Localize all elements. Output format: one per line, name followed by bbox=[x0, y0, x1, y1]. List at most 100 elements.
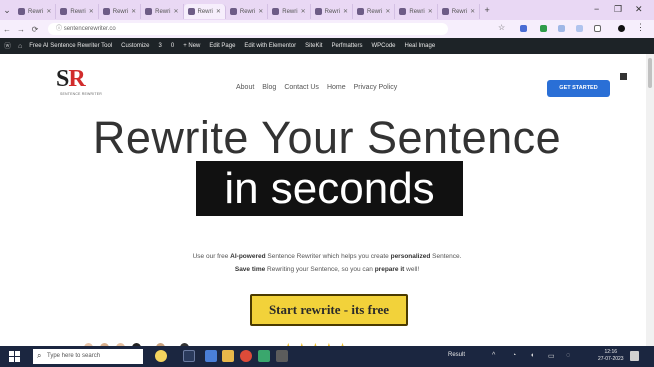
tab-label: Rewri bbox=[409, 8, 425, 15]
volume-icon[interactable]: ◖ bbox=[530, 352, 534, 359]
scrollbar-thumb[interactable] bbox=[648, 58, 652, 88]
get-started-button[interactable]: GET STARTED bbox=[547, 80, 610, 97]
close-tab-icon[interactable]: ✕ bbox=[216, 8, 221, 15]
browser-tab[interactable]: Rewri ✕ bbox=[311, 4, 353, 19]
nav-link[interactable]: About bbox=[236, 84, 254, 91]
reload-button[interactable]: ⟳ bbox=[28, 25, 42, 34]
bookmark-star-icon[interactable]: ☆ bbox=[498, 23, 505, 32]
extension-icon[interactable] bbox=[558, 25, 565, 32]
page-widget-icon[interactable] bbox=[620, 73, 627, 80]
close-tab-icon[interactable]: ✕ bbox=[343, 8, 348, 15]
close-tab-icon[interactable]: ✕ bbox=[385, 8, 390, 15]
weather-widget[interactable]: Result bbox=[448, 352, 465, 358]
nav-link[interactable]: Blog bbox=[262, 84, 276, 91]
wp-admin-item[interactable]: Perfmatters bbox=[331, 43, 362, 49]
desc-text: Sentence. bbox=[430, 253, 462, 260]
tab-favicon-icon bbox=[187, 8, 195, 15]
wp-admin-item[interactable]: Edit Page bbox=[209, 43, 235, 49]
close-window-button[interactable]: ✕ bbox=[635, 4, 643, 15]
desc-text: Sentence Rewriter which helps you create bbox=[265, 253, 391, 260]
close-tab-icon[interactable]: ✕ bbox=[470, 8, 475, 15]
profile-avatar[interactable] bbox=[618, 25, 625, 32]
page-scrollbar[interactable] bbox=[646, 54, 654, 346]
close-tab-icon[interactable]: ✕ bbox=[89, 8, 94, 15]
windows-icon[interactable] bbox=[9, 351, 20, 362]
browser-tab[interactable]: Rewri ✕ bbox=[56, 4, 99, 19]
extension-icon[interactable] bbox=[540, 25, 547, 32]
browser-tab[interactable]: Rewri ✕ bbox=[99, 4, 142, 19]
close-tab-icon[interactable]: ✕ bbox=[173, 8, 178, 15]
browser-tab[interactable]: Rewri ✕ bbox=[183, 4, 226, 19]
tab-label: Rewri bbox=[324, 8, 340, 15]
start-rewrite-button[interactable]: Start rewrite - its free bbox=[250, 294, 408, 326]
wp-admin-item[interactable]: Customize bbox=[121, 43, 149, 49]
tab-list: Rewri ✕ Rewri ✕ Rewri ✕ Rewri ✕ Rewri ✕ Rewri ✕ Rewr… bbox=[14, 1, 481, 19]
browser-tab[interactable]: Rewri ✕ bbox=[395, 4, 438, 19]
site-info-icon[interactable]: ⓘ bbox=[56, 26, 62, 32]
tab-favicon-icon bbox=[399, 8, 407, 15]
tray-overflow-icon[interactable]: ^ bbox=[492, 352, 495, 359]
wifi-icon[interactable]: ◌ bbox=[566, 352, 570, 359]
maximize-button[interactable]: ❐ bbox=[614, 4, 622, 15]
close-tab-icon[interactable]: ✕ bbox=[46, 8, 51, 15]
file-explorer-icon[interactable] bbox=[222, 350, 234, 362]
forward-button[interactable]: → bbox=[14, 25, 28, 34]
close-tab-icon[interactable]: ✕ bbox=[131, 8, 136, 15]
wp-admin-item[interactable]: SiteKit bbox=[305, 43, 322, 49]
wp-admin-item[interactable]: Heal Image bbox=[405, 43, 436, 49]
extension-icon[interactable] bbox=[520, 25, 527, 32]
desc-text: well! bbox=[404, 266, 420, 273]
battery-icon[interactable]: ▭ bbox=[548, 352, 555, 360]
browser-menu-icon[interactable]: ⋮ bbox=[636, 22, 645, 33]
tab-search-icon[interactable]: ⌄ bbox=[0, 5, 14, 16]
minimize-button[interactable]: − bbox=[594, 4, 599, 14]
back-button[interactable]: ← bbox=[0, 25, 14, 34]
tab-favicon-icon bbox=[441, 8, 449, 15]
tab-label: Rewri bbox=[367, 8, 383, 15]
extension-icon[interactable] bbox=[576, 25, 583, 32]
mail-icon[interactable] bbox=[205, 350, 217, 362]
notification-icon[interactable] bbox=[630, 351, 639, 361]
nav-link[interactable]: Privacy Policy bbox=[354, 84, 398, 91]
close-tab-icon[interactable]: ✕ bbox=[258, 8, 263, 15]
close-tab-icon[interactable]: ✕ bbox=[428, 8, 433, 15]
browser-tab[interactable]: Rewri ✕ bbox=[353, 4, 396, 19]
tab-favicon-icon bbox=[102, 8, 110, 15]
wp-admin-item[interactable]: 3 bbox=[159, 43, 162, 49]
tab-favicon-icon bbox=[357, 8, 364, 15]
logo-letter-r: R bbox=[68, 66, 85, 92]
new-tab-button[interactable]: + bbox=[480, 5, 494, 15]
taskbar-clock[interactable]: 12:16 27-07-2023 bbox=[598, 349, 624, 363]
hero-title-line1: Rewrite Your Sentence bbox=[92, 112, 562, 163]
url-input[interactable]: ⓘ sentencerewriter.co bbox=[48, 23, 448, 35]
browser-tab[interactable]: Rewri ✕ bbox=[141, 4, 184, 19]
wp-admin-item[interactable]: Free AI Sentence Rewriter Tool bbox=[29, 43, 112, 49]
tab-favicon-icon bbox=[18, 8, 25, 15]
network-icon[interactable]: ◔ bbox=[512, 352, 516, 359]
wp-admin-item[interactable]: WPCode bbox=[371, 43, 395, 49]
browser-tab[interactable]: Rewri ✕ bbox=[14, 4, 57, 19]
app-icon[interactable] bbox=[258, 350, 270, 362]
browser-tab[interactable]: Rewri ✕ bbox=[438, 4, 481, 19]
nav-link[interactable]: Home bbox=[327, 84, 346, 91]
wordpress-icon[interactable]: ⓦ bbox=[4, 41, 11, 51]
home-icon: ⌂ bbox=[18, 42, 23, 50]
close-tab-icon[interactable]: ✕ bbox=[301, 8, 306, 15]
tab-label: Rewri bbox=[239, 8, 256, 15]
main-nav: About Blog Contact Us Home Privacy Policy bbox=[236, 84, 397, 91]
tab-label: Rewri bbox=[451, 8, 468, 15]
chrome-icon[interactable] bbox=[240, 350, 252, 362]
browser-tab[interactable]: Rewri ✕ bbox=[268, 4, 311, 19]
task-view-icon[interactable] bbox=[183, 350, 195, 362]
sidebar-icon[interactable] bbox=[594, 25, 601, 32]
wp-admin-item[interactable]: 0 bbox=[171, 43, 174, 49]
app-icon[interactable] bbox=[276, 350, 288, 362]
wp-admin-item[interactable]: Edit with Elementor bbox=[244, 43, 296, 49]
widget-icon[interactable] bbox=[155, 350, 167, 362]
taskbar-search-input[interactable]: Type here to search bbox=[33, 349, 143, 364]
logo-mark: SR bbox=[56, 66, 86, 92]
site-logo[interactable]: SR SENTENCE REWRITER bbox=[56, 66, 106, 102]
browser-tab[interactable]: Rewri ✕ bbox=[226, 4, 269, 19]
wp-admin-item[interactable]: + New bbox=[183, 43, 200, 49]
nav-link[interactable]: Contact Us bbox=[284, 84, 319, 91]
